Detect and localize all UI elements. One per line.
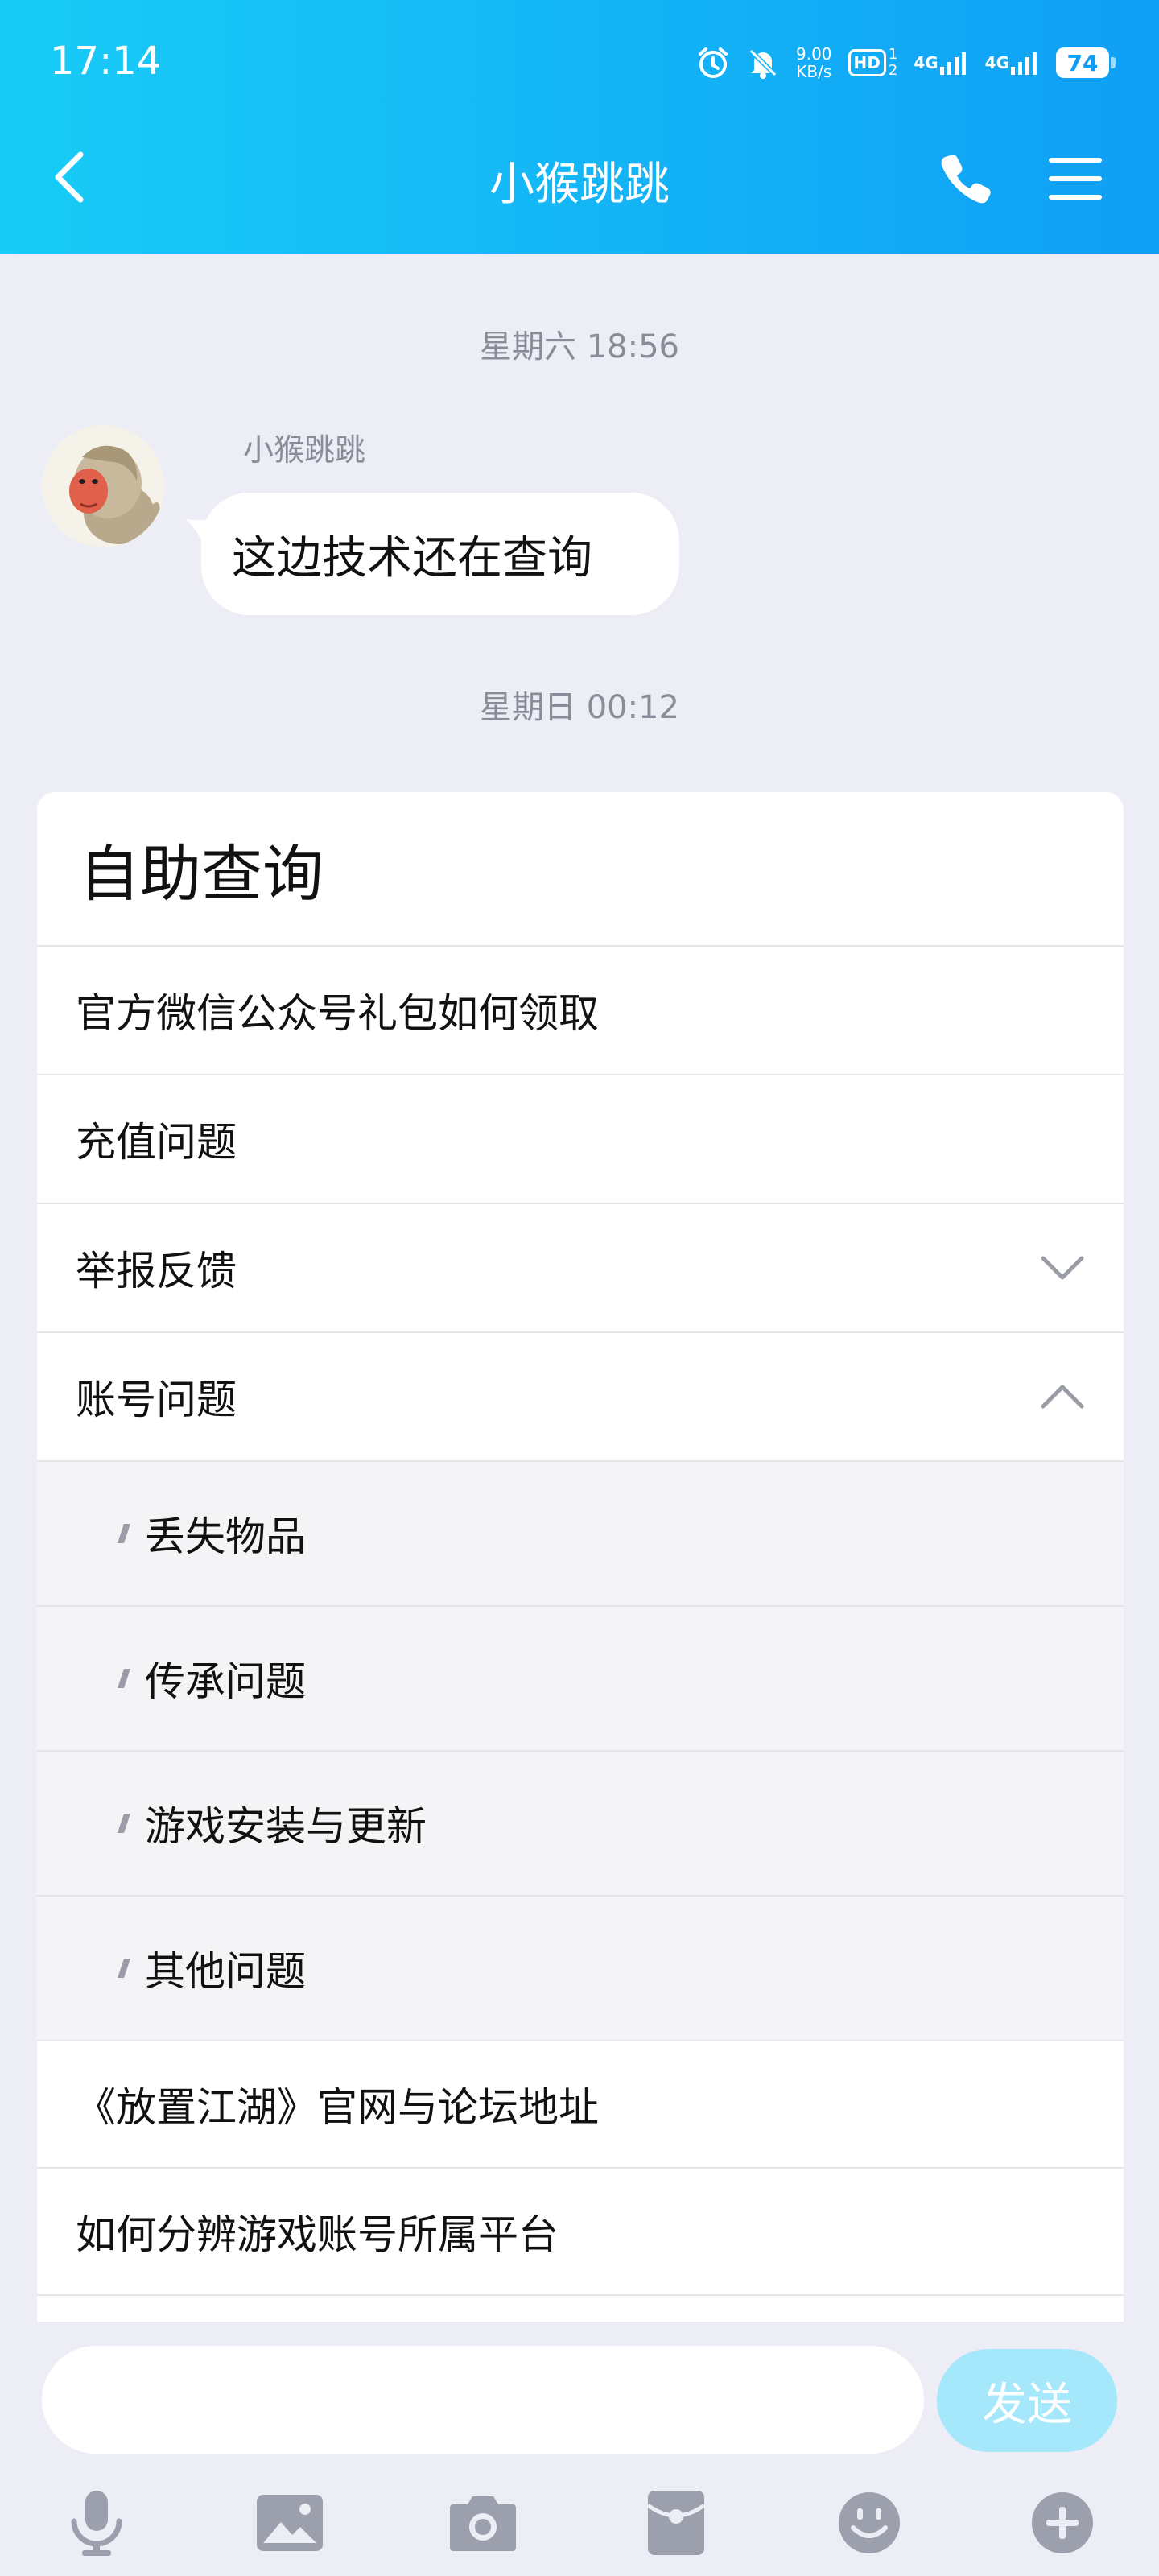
- list-item-label: 如何分辨游戏账号所属平台: [76, 2211, 559, 2258]
- sub-list-item[interactable]: 其他问题: [37, 1897, 1124, 2041]
- camera-button[interactable]: [443, 2483, 523, 2563]
- top-bar: 17:14 9.00 KB/s HD 12 4G 4G 74 小猴跳跳: [0, 0, 1159, 254]
- menu-button[interactable]: [1043, 147, 1107, 211]
- more-button[interactable]: [1022, 2483, 1103, 2563]
- sub-list-item[interactable]: 游戏安装与更新: [37, 1752, 1124, 1897]
- list-item[interactable]: 如何分辨游戏账号所属平台: [37, 2169, 1124, 2296]
- bullet-icon: [108, 1666, 134, 1691]
- menu-icon: [1049, 158, 1102, 200]
- sub-list-item-label: 丢失物品: [145, 1513, 306, 1560]
- signal-icon: 4G: [914, 51, 968, 75]
- chevron-up-icon: [1038, 1381, 1087, 1413]
- list-item-label: 充值问题: [76, 1119, 237, 1166]
- sub-list-item-label: 传承问题: [145, 1658, 306, 1705]
- red-packet-button[interactable]: [636, 2483, 716, 2563]
- list-item-expanded[interactable]: 账号问题: [37, 1333, 1124, 1462]
- net-speed: 9.00 KB/s: [796, 45, 832, 80]
- call-button[interactable]: [934, 147, 998, 211]
- battery-icon: 74: [1056, 47, 1116, 78]
- plus-icon: [1032, 2492, 1093, 2553]
- sub-list-item[interactable]: 传承问题: [37, 1607, 1124, 1752]
- signal-icon: 4G: [985, 51, 1040, 75]
- mute-icon: [746, 46, 780, 80]
- input-area: 发送: [0, 2322, 1159, 2576]
- camera-icon: [450, 2496, 516, 2551]
- message-text: 这边技术还在查询: [232, 531, 592, 584]
- list-item[interactable]: 官方微信公众号礼包如何领取: [37, 947, 1124, 1075]
- alarm-icon: [696, 46, 730, 80]
- list-item-expandable[interactable]: 举报反馈: [37, 1204, 1124, 1333]
- net-speed-unit: KB/s: [796, 62, 832, 81]
- hd-icon: HD 12: [848, 47, 897, 79]
- status-time: 17:14: [50, 39, 162, 84]
- list-item-label: 官方微信公众号礼包如何领取: [76, 990, 599, 1037]
- emoji-button[interactable]: [829, 2483, 909, 2563]
- sub-list-item[interactable]: 丢失物品: [37, 1462, 1124, 1607]
- sim1-label: 4G: [914, 53, 938, 72]
- sub-list-item-label: 其他问题: [145, 1948, 306, 1995]
- net-speed-value: 9.00: [795, 44, 832, 64]
- sim2-label: 4G: [984, 53, 1009, 72]
- timestamp: 星期六 18:56: [480, 328, 679, 365]
- hd-label: HD: [848, 49, 886, 76]
- bullet-icon: [108, 1521, 134, 1546]
- card-title: 自助查询: [37, 792, 1124, 947]
- bullet-icon: [108, 1810, 134, 1836]
- status-bar: 17:14 9.00 KB/s HD 12 4G 4G 74: [0, 0, 1159, 121]
- list-item[interactable]: 《放置江湖》官网与论坛地址: [37, 2041, 1124, 2169]
- self-service-card: 自助查询 官方微信公众号礼包如何领取 充值问题 举报反馈 账号问题 丢失物品 传…: [37, 792, 1124, 2322]
- sub-list-item-label: 游戏安装与更新: [145, 1803, 427, 1850]
- chevron-down-icon: [1038, 1252, 1087, 1284]
- phone-icon: [941, 155, 991, 204]
- image-button[interactable]: [250, 2483, 330, 2563]
- status-icons: 9.00 KB/s HD 12 4G 4G 74: [696, 40, 1116, 85]
- voice-button[interactable]: [56, 2483, 137, 2563]
- list-item-label: 账号问题: [76, 1377, 237, 1423]
- list-item-label: 《放置江湖》官网与论坛地址: [76, 2084, 599, 2131]
- list-item[interactable]: 充值问题: [37, 1075, 1124, 1204]
- input-toolbar: [0, 2483, 1159, 2563]
- timestamp: 星期日 00:12: [480, 689, 679, 726]
- list-item-label: 举报反馈: [76, 1248, 237, 1294]
- sender-name: 小猴跳跳: [243, 432, 366, 468]
- red-packet-icon: [646, 2491, 706, 2555]
- send-button[interactable]: 发送: [937, 2349, 1117, 2452]
- message-bubble[interactable]: 这边技术还在查询: [201, 493, 679, 615]
- message-input[interactable]: [42, 2346, 924, 2454]
- microphone-icon: [71, 2491, 122, 2556]
- emoji-icon: [839, 2492, 900, 2553]
- bullet-icon: [108, 1955, 134, 1981]
- avatar[interactable]: [42, 425, 164, 547]
- image-icon: [257, 2495, 323, 2551]
